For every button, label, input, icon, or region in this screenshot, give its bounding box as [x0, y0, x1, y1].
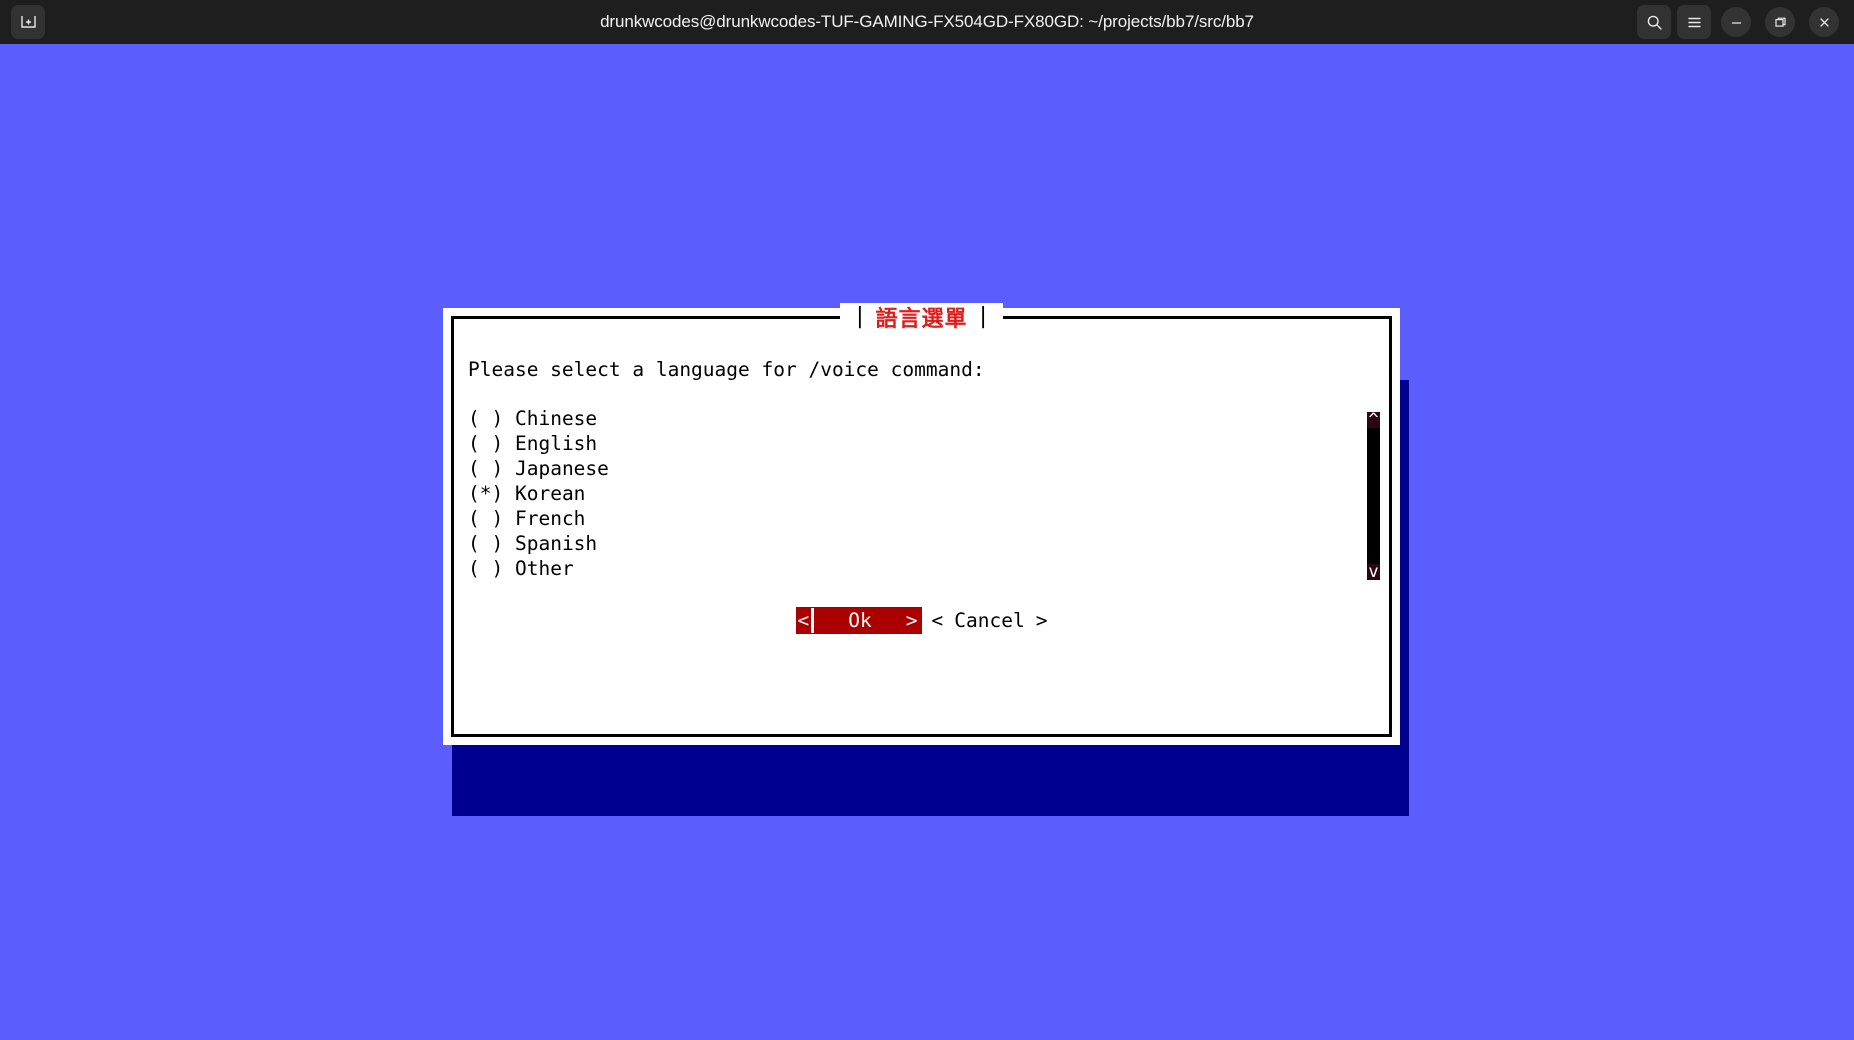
maximize-glyph — [1774, 17, 1786, 27]
window-titlebar: drunkwcodes@drunkwcodes-TUF-GAMING-FX504… — [0, 0, 1854, 44]
language-option-list[interactable]: ( ) Chinese( ) English( ) Japanese (*) Ko… — [468, 406, 1389, 581]
scroll-down-arrow-icon[interactable]: v — [1367, 564, 1380, 581]
new-tab-glyph — [20, 15, 36, 28]
ok-button-label: Ok — [848, 609, 872, 632]
option-label: French — [514, 507, 586, 530]
cancel-button-right-bracket: > — [1035, 609, 1048, 632]
scrollbar-thumb[interactable] — [1367, 428, 1380, 564]
search-glyph — [1647, 15, 1662, 30]
option-label: Japanese — [514, 457, 609, 480]
titlebar-right-controls — [1634, 5, 1846, 39]
option-radio-marker: ( ) — [468, 457, 504, 480]
ok-button-left-bracket: < — [795, 608, 815, 633]
language-option-korean[interactable]: (*) Korean — [468, 481, 1389, 506]
option-radio-marker: ( ) — [468, 507, 504, 530]
maximize-button[interactable] — [1765, 7, 1795, 37]
language-option-english[interactable]: ( ) English — [468, 431, 1389, 456]
option-label: Spanish — [514, 532, 598, 555]
language-option-spanish[interactable]: ( ) Spanish — [468, 531, 1389, 556]
option-radio-marker: ( ) — [468, 557, 504, 580]
cancel-button[interactable]: < Cancel > — [931, 607, 1048, 634]
ok-button-right-bracket: > — [905, 609, 918, 632]
hamburger-menu-icon[interactable] — [1677, 5, 1711, 39]
window-title: drunkwcodes@drunkwcodes-TUF-GAMING-FX504… — [600, 12, 1254, 31]
language-select-dialog: | 語言選單 | Please select a language for /v… — [443, 303, 1400, 745]
option-radio-marker: ( ) — [468, 432, 504, 455]
cancel-button-label: Cancel — [954, 609, 1025, 632]
terminal-canvas[interactable]: | 語言選單 | Please select a language for /v… — [0, 44, 1854, 1040]
language-option-chinese[interactable]: ( ) Chinese — [468, 406, 1389, 431]
language-option-other[interactable]: ( ) Other — [468, 556, 1389, 581]
dialog-prompt-text: Please select a language for /voice comm… — [468, 358, 985, 381]
minimize-button[interactable] — [1721, 7, 1751, 37]
dialog-content: Please select a language for /voice comm… — [454, 319, 1389, 734]
language-option-japanese[interactable]: ( ) Japanese — [468, 456, 1389, 481]
option-label: Chinese — [514, 407, 598, 430]
minimize-glyph — [1731, 21, 1741, 24]
hamburger-glyph — [1687, 17, 1701, 27]
option-label: English — [514, 432, 598, 455]
new-tab-icon[interactable] — [11, 5, 45, 39]
ok-button[interactable]: < Ok > — [795, 607, 922, 634]
option-radio-marker: ( ) — [468, 407, 504, 430]
titlebar-left-controls — [8, 5, 48, 39]
close-button[interactable] — [1809, 7, 1839, 37]
search-icon[interactable] — [1637, 5, 1671, 39]
option-radio-marker: (*) — [468, 482, 504, 505]
option-radio-marker: ( ) — [468, 532, 504, 555]
close-glyph — [1819, 17, 1829, 27]
language-option-french[interactable]: ( ) French — [468, 506, 1389, 531]
option-label: Korean — [514, 482, 586, 505]
dialog-inner-frame: | 語言選單 | Please select a language for /v… — [451, 303, 1392, 737]
dialog-button-row: < Ok > < Cancel > — [454, 607, 1389, 634]
scroll-up-arrow-icon[interactable]: ^ — [1367, 412, 1380, 429]
option-label: Other — [514, 557, 574, 580]
cancel-button-left-bracket: < — [931, 609, 944, 632]
option-list-scrollbar[interactable]: ^ v — [1367, 412, 1380, 581]
